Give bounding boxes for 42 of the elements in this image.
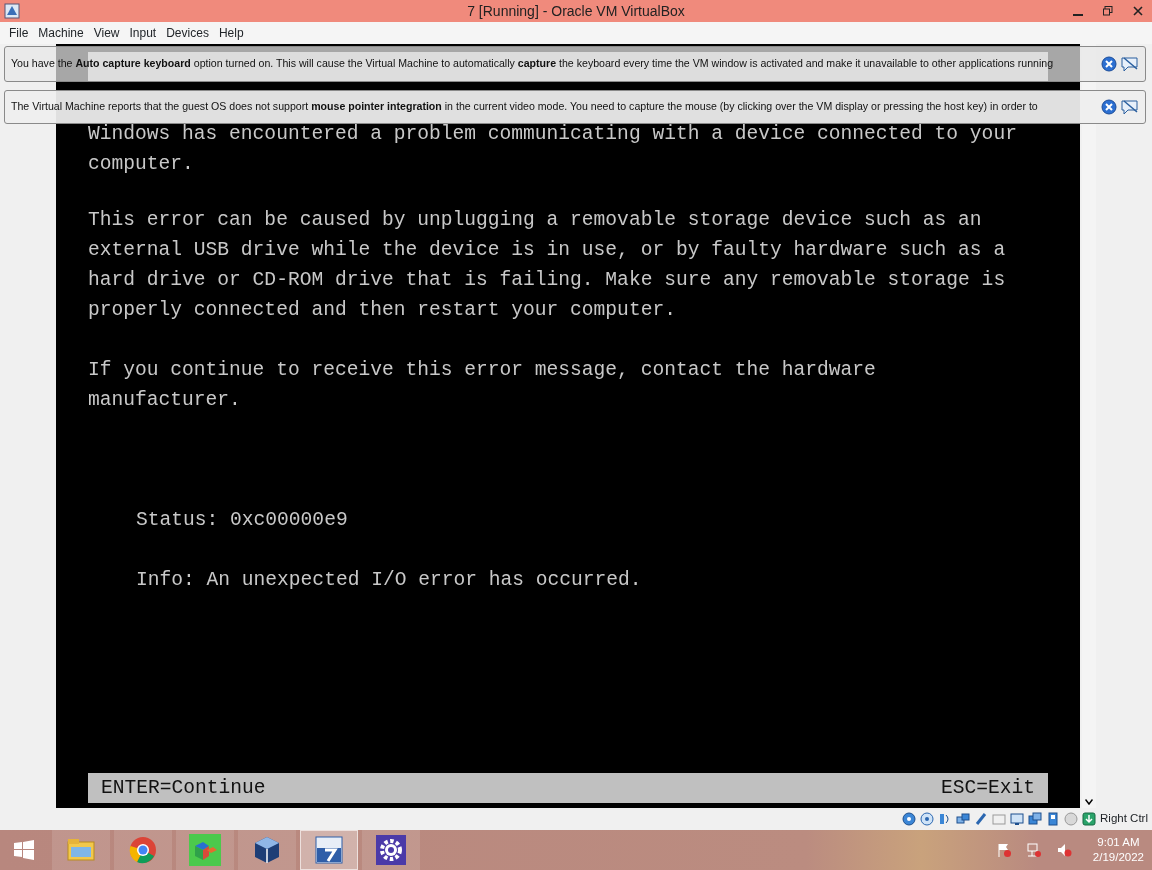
speaker-muted-icon[interactable]: [1055, 842, 1072, 858]
window-icon: [313, 834, 345, 866]
display-icon[interactable]: [1010, 812, 1025, 826]
hard-disk-icon[interactable]: [902, 812, 917, 826]
menu-item[interactable]: Machine: [33, 22, 89, 44]
cubes-icon: [189, 834, 221, 866]
optical-disc-icon[interactable]: [920, 812, 935, 826]
restore-icon: [1103, 6, 1113, 16]
network-icon[interactable]: [1025, 842, 1042, 858]
bubble-icon[interactable]: [1121, 99, 1139, 115]
vm-icon: [4, 3, 20, 19]
close-icon[interactable]: [1101, 56, 1117, 72]
menu-item[interactable]: Help: [213, 22, 249, 44]
scrollbar[interactable]: [1082, 44, 1096, 808]
windows-logo-icon: [14, 840, 34, 860]
footer-hint: ESC=Exit: [940, 776, 1035, 801]
gear-icon: [375, 834, 407, 866]
footer-hint: ENTER=Continue: [101, 776, 266, 801]
boot-message: If you continue to receive this error message, contact the hardware manufacturer.: [88, 358, 877, 413]
boot-detail: Info: An unexpected I/O error has occurred.: [135, 568, 643, 593]
minimize-icon: [1073, 14, 1083, 16]
boot-message: This error can be caused by unplugging a removable storage device such as an external USB drive while the device is in use, or by faulty hardware such as a hard drive or CD-ROM drive that is failing. Make sure any removable storage is properly connected and then restart your computer.: [88, 208, 1007, 323]
taskbar-app[interactable]: [238, 830, 296, 870]
browser-icon: [127, 834, 159, 866]
boot-detail: Status: 0xc00000e9: [135, 508, 349, 533]
network-icon[interactable]: [956, 812, 971, 826]
menu-item[interactable]: View: [88, 22, 125, 44]
close-icon[interactable]: [1101, 99, 1117, 115]
notification-text: The Virtual Machine reports that the guest OS does not support mouse pointer integration in the current video mode. You need to capture the mouse (by clicking over the VM display or pressing the host key) in order to: [11, 99, 1039, 115]
flag-icon[interactable]: [995, 842, 1012, 858]
bubble-icon[interactable]: [1121, 56, 1139, 72]
keyboard-capture-icon[interactable]: [1082, 812, 1097, 826]
boot-message: Windows has encountered a problem communicating with a device connected to your computer.: [88, 122, 1018, 177]
menu-item[interactable]: Input: [124, 22, 162, 44]
notification-text: You have the Auto capture keyboard option turned on. This will cause the Virtual Machine to automatically capture the keyboard every time the VM window is activated and make it unavailable to other applications running: [11, 56, 1055, 72]
menu-item[interactable]: Devices: [161, 22, 214, 44]
menu-item[interactable]: File: [4, 22, 34, 44]
host-key-label: Right Ctrl: [1100, 811, 1148, 827]
taskbar-app[interactable]: [300, 830, 358, 870]
window-title: 7 [Running] - Oracle VM VirtualBox: [467, 2, 685, 21]
close-icon: [1133, 6, 1143, 16]
taskbar-app[interactable]: [362, 830, 420, 870]
